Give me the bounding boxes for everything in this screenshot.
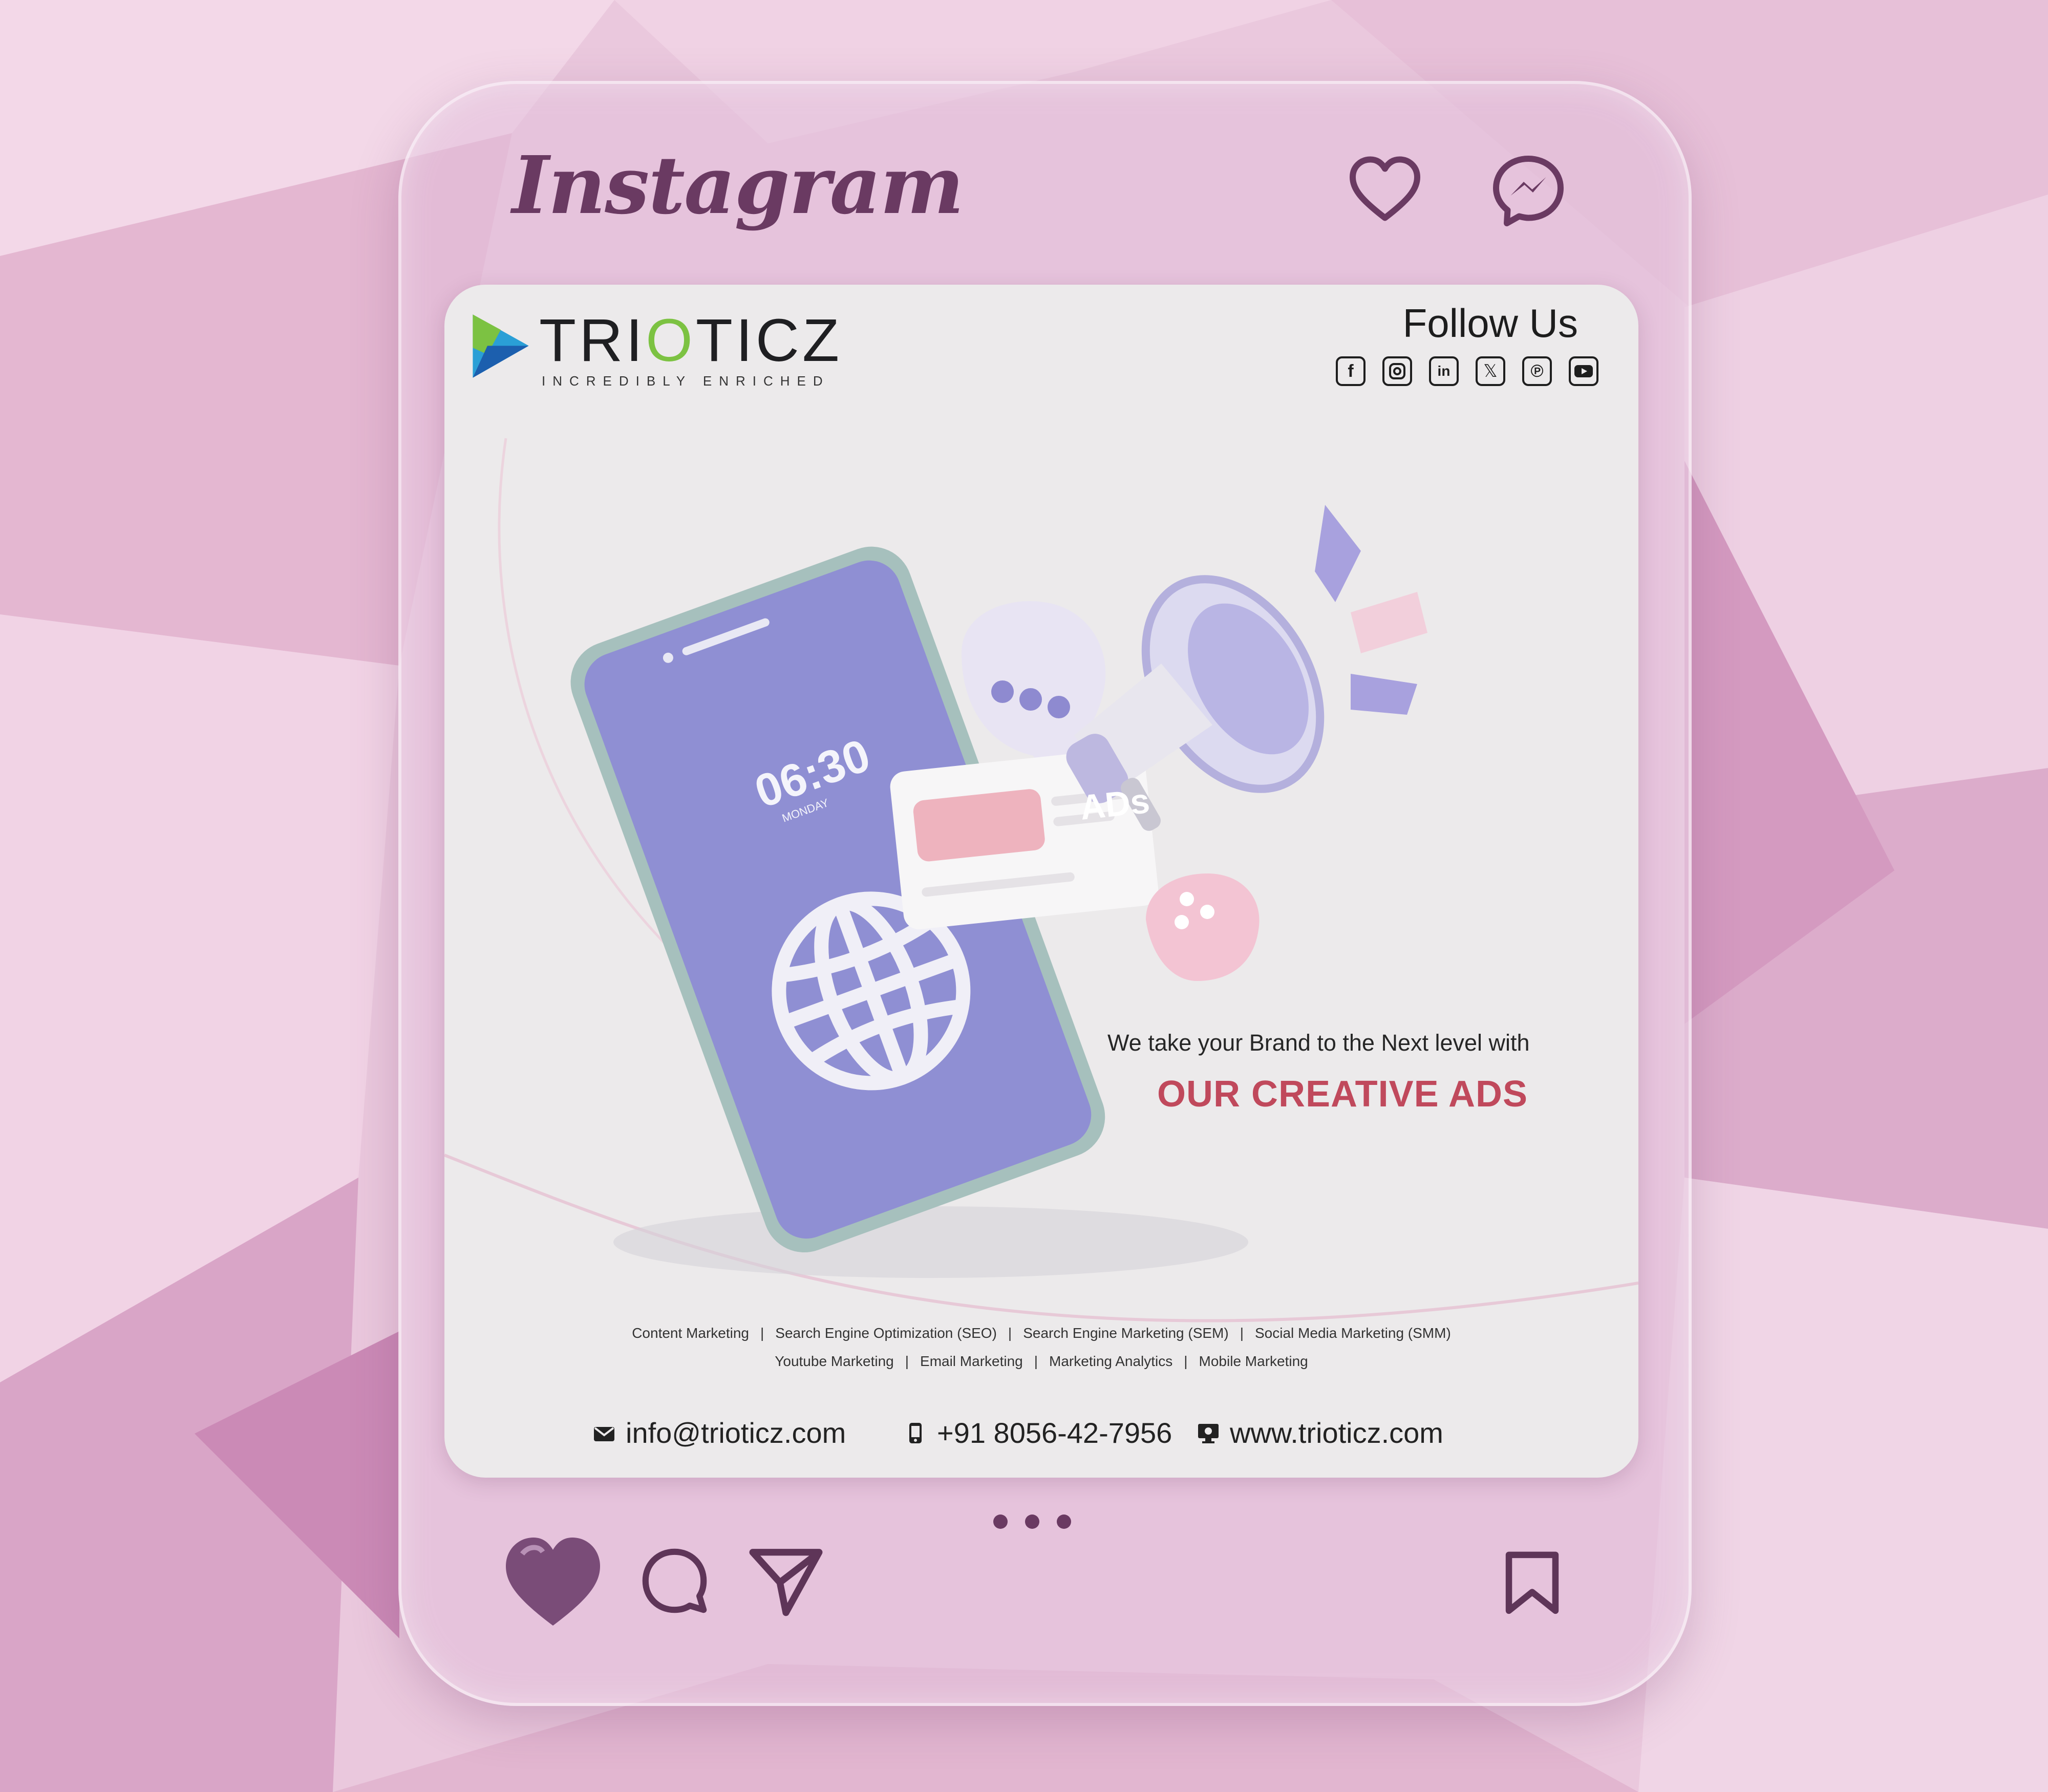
- heart-outline-icon[interactable]: [1347, 153, 1423, 229]
- carousel-dot[interactable]: [1057, 1514, 1071, 1529]
- linkedin-icon[interactable]: in: [1429, 356, 1459, 386]
- chat-bubble-pink-icon: [1146, 873, 1260, 981]
- email-icon: [594, 1426, 614, 1441]
- bookmark-icon[interactable]: [1503, 1551, 1562, 1615]
- facebook-icon[interactable]: f: [1336, 356, 1366, 386]
- messenger-icon[interactable]: [1490, 153, 1567, 229]
- x-icon[interactable]: 𝕏: [1476, 356, 1505, 386]
- comment-icon[interactable]: [640, 1546, 709, 1615]
- contact-email[interactable]: info@trioticz.com: [593, 1416, 846, 1449]
- contact-phone[interactable]: +91 8056-42-7956: [904, 1416, 1172, 1449]
- carousel-dot[interactable]: [993, 1514, 1008, 1529]
- trioticz-logo-icon: [473, 314, 529, 378]
- ads-badge: ADs: [1078, 781, 1151, 827]
- carousel-dot[interactable]: [1025, 1514, 1039, 1529]
- brand-name: TRIOTICZ: [539, 307, 843, 374]
- heart-filled-icon[interactable]: [502, 1533, 604, 1631]
- carousel-dots[interactable]: [993, 1514, 1071, 1529]
- instagram-icon[interactable]: [1382, 356, 1412, 386]
- share-icon[interactable]: [748, 1546, 824, 1618]
- services-line-1: Content Marketing | Search Engine Optimiza…: [632, 1325, 1451, 1341]
- phone-icon: [909, 1422, 922, 1443]
- pinterest-icon[interactable]: ℗: [1522, 356, 1552, 386]
- services-line-2: Youtube Marketing | Email Marketing | Market…: [775, 1353, 1308, 1369]
- post-image[interactable]: ADs 06:30 MONDAY TRIOTICZ INCREDIBLY ENR…: [444, 285, 1638, 1478]
- brand-tagline: INCREDIBLY ENRICHED: [542, 373, 830, 389]
- monitor-icon: [1198, 1423, 1219, 1443]
- youtube-icon[interactable]: [1569, 356, 1598, 386]
- app-title: Instagram: [512, 138, 964, 232]
- social-icons: f in 𝕏 ℗: [1336, 356, 1598, 386]
- ad-illustration: ADs 06:30 MONDAY: [444, 438, 1638, 1322]
- follow-us-title: Follow Us: [1402, 301, 1578, 346]
- contact-website[interactable]: www.trioticz.com: [1197, 1416, 1443, 1449]
- cta-text: OUR CREATIVE ADS: [1157, 1074, 1528, 1115]
- headline: We take your Brand to the Next level wit…: [1107, 1030, 1530, 1056]
